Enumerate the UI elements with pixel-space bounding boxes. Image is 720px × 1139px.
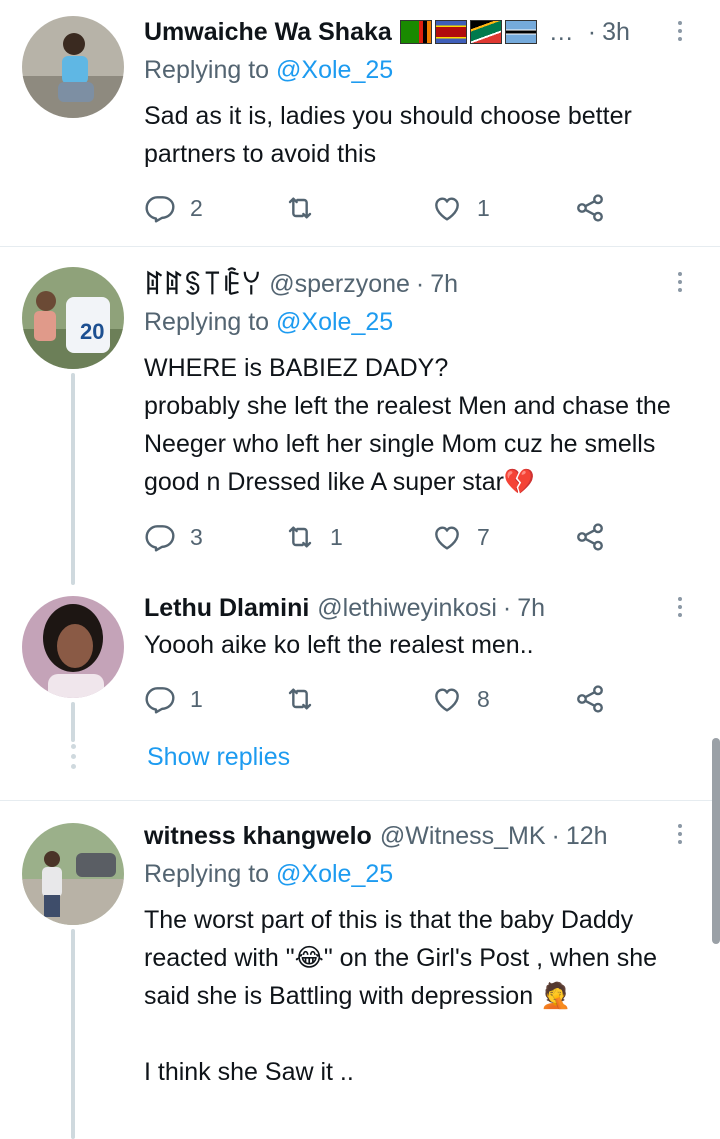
reply-button[interactable]: 1 xyxy=(144,679,203,719)
tweet-3[interactable]: Lethu Dlamini @lethiweyinkosi · 7h Yoooh… xyxy=(0,584,720,794)
reply-icon xyxy=(144,192,176,224)
more-icon[interactable] xyxy=(670,592,690,622)
dot-separator: · xyxy=(587,17,597,46)
like-count: 8 xyxy=(477,685,490,712)
handle[interactable]: @lethiweyinkosi xyxy=(317,594,497,623)
reply-count: 3 xyxy=(190,523,203,550)
like-count: 1 xyxy=(477,194,490,221)
tweet-text: The worst part of this is that the baby … xyxy=(144,906,658,1086)
reply-count: 1 xyxy=(190,685,203,712)
replying-prefix: Replying to xyxy=(144,308,270,336)
tweet-text: Sad as it is, ladies you should choose b… xyxy=(144,102,632,168)
tweet-header: ꍏꍏꌗ꓄ꍟꌩ @sperzyone · 7h xyxy=(144,266,680,302)
share-icon xyxy=(574,521,606,553)
tweet-header: Umwaiche Wa Shaka … · 3h xyxy=(144,14,680,50)
svg-text:20: 20 xyxy=(80,319,104,344)
replying-prefix: Replying to xyxy=(144,56,270,84)
scrollbar[interactable] xyxy=(712,738,720,944)
share-button[interactable] xyxy=(574,517,606,557)
retweet-button[interactable] xyxy=(284,679,316,719)
share-button[interactable] xyxy=(574,188,606,228)
avatar[interactable] xyxy=(22,823,124,925)
thread-continuation-dots xyxy=(68,744,78,769)
timestamp[interactable]: 7h xyxy=(517,594,545,623)
reply-button[interactable]: 3 xyxy=(144,517,203,557)
tweet-4[interactable]: witness khangwelo @Witness_MK · 12h Repl… xyxy=(0,801,720,1139)
reply-icon xyxy=(144,521,176,553)
tweet-2[interactable]: 20 ꍏꍏꌗ꓄ꍟꌩ @sperzyone · 7h Replying to @X… xyxy=(0,247,720,585)
display-name[interactable]: Umwaiche Wa Shaka xyxy=(144,18,392,47)
like-button[interactable]: 8 xyxy=(431,679,490,719)
mention-link[interactable]: @Xole_25 xyxy=(276,56,393,84)
retweet-button[interactable]: 1 xyxy=(284,517,343,557)
timestamp[interactable]: 3h xyxy=(602,18,630,47)
more-icon[interactable] xyxy=(670,819,690,849)
handle[interactable]: @Witness_MK xyxy=(380,822,546,851)
like-button[interactable]: 7 xyxy=(431,517,490,557)
share-icon xyxy=(574,192,606,224)
retweet-icon xyxy=(284,683,316,715)
thread-line xyxy=(71,702,75,742)
botswana-flag-icon xyxy=(504,20,537,44)
avatar[interactable] xyxy=(22,16,124,118)
handle[interactable]: @sperzyone xyxy=(269,270,410,299)
more-icon[interactable] xyxy=(670,16,690,46)
reply-count: 2 xyxy=(190,194,203,221)
dot-separator: · xyxy=(415,269,425,298)
like-icon xyxy=(431,683,463,715)
mention-link[interactable]: @Xole_25 xyxy=(276,860,393,888)
action-bar: 3 1 7 xyxy=(144,517,614,557)
reply-icon xyxy=(144,683,176,715)
display-name[interactable]: Lethu Dlamini xyxy=(144,594,309,623)
avatar[interactable] xyxy=(22,596,124,698)
more-icon[interactable] xyxy=(670,267,690,297)
like-count: 7 xyxy=(477,523,490,550)
share-button[interactable] xyxy=(574,679,606,719)
like-icon xyxy=(431,521,463,553)
show-replies-link[interactable]: Show replies xyxy=(147,743,290,772)
retweet-icon xyxy=(284,192,316,224)
display-name[interactable]: ꍏꍏꌗ꓄ꍟꌩ xyxy=(144,268,261,301)
south-africa-flag-icon xyxy=(469,20,502,44)
timestamp[interactable]: 12h xyxy=(566,822,608,851)
tweet-header: Lethu Dlamini @lethiweyinkosi · 7h xyxy=(144,590,680,626)
retweet-icon xyxy=(284,521,316,553)
tweet-text: Yoooh aike ko left the realest men.. xyxy=(144,631,534,659)
thread-line xyxy=(71,373,75,585)
flag-emojis xyxy=(399,20,537,44)
thread-line xyxy=(71,929,75,1139)
action-bar: 1 8 xyxy=(144,679,614,719)
tweet-1[interactable]: Umwaiche Wa Shaka … · 3h Replying to @Xo… xyxy=(0,0,720,246)
eswatini-flag-icon xyxy=(434,20,467,44)
like-button[interactable]: 1 xyxy=(431,188,490,228)
replying-to: Replying to @Xole_25 xyxy=(144,308,393,337)
tweet-text: WHERE is BABIEZ DADY? probably she left … xyxy=(144,354,671,496)
display-name[interactable]: witness khangwelo xyxy=(144,822,372,851)
truncation: … xyxy=(548,17,574,46)
dot-separator: · xyxy=(551,821,560,850)
retweet-count: 1 xyxy=(330,523,343,550)
replying-to: Replying to @Xole_25 xyxy=(144,56,393,85)
dot-separator: · xyxy=(502,593,512,622)
zambia-flag-icon xyxy=(399,20,432,44)
reply-button[interactable]: 2 xyxy=(144,188,203,228)
replying-prefix: Replying to xyxy=(144,860,270,888)
share-icon xyxy=(574,683,606,715)
avatar[interactable]: 20 xyxy=(22,267,124,369)
mention-link[interactable]: @Xole_25 xyxy=(276,308,393,336)
retweet-button[interactable] xyxy=(284,188,316,228)
timestamp[interactable]: 7h xyxy=(430,270,458,299)
like-icon xyxy=(431,192,463,224)
action-bar: 2 1 xyxy=(144,188,614,228)
tweet-header: witness khangwelo @Witness_MK · 12h xyxy=(144,818,680,854)
replying-to: Replying to @Xole_25 xyxy=(144,860,393,889)
